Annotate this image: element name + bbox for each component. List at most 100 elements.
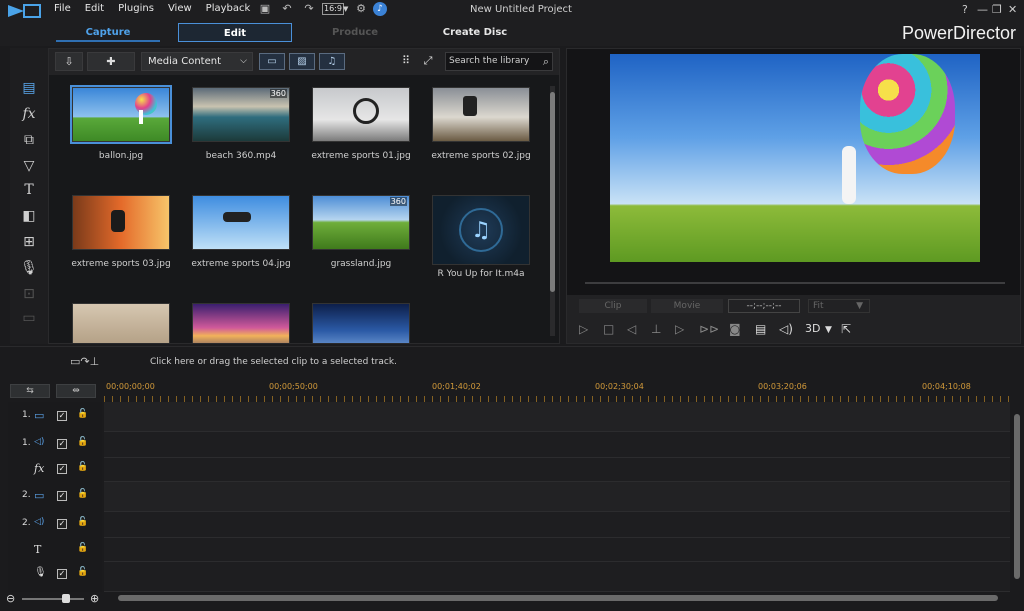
lock-icon[interactable]: 🔓 [77, 462, 88, 472]
fx-room-icon[interactable]: fx [19, 104, 39, 124]
stop-icon[interactable]: □ [603, 322, 614, 336]
scrollbar-thumb[interactable] [118, 595, 998, 601]
particle-room-icon[interactable]: ▽ [19, 156, 39, 176]
media-item[interactable]: extreme sports 04.jpg [181, 195, 301, 269]
track-enable-checkbox[interactable]: ✓ [57, 411, 67, 421]
media-item[interactable] [181, 303, 301, 343]
media-item[interactable]: ballon.jpg [61, 85, 181, 161]
menu-playback[interactable]: Playback [206, 3, 251, 14]
media-item[interactable]: 360 beach 360.mp4 [181, 87, 301, 161]
search-input[interactable]: Search the library ⌕ [445, 52, 553, 71]
movie-mode-button[interactable]: Movie [651, 299, 723, 313]
title-room-icon[interactable]: T [19, 180, 39, 200]
snapshot-camera-icon[interactable]: ◙ [729, 322, 741, 336]
media-thumbnail[interactable] [312, 303, 410, 343]
chevron-down-icon[interactable]: ▼ [825, 325, 832, 335]
timeline-horizontal-scrollbar[interactable] [104, 593, 1010, 603]
track-manager-icon[interactable]: ⇆ [10, 384, 50, 398]
track-enable-checkbox[interactable]: ✓ [57, 569, 67, 579]
track-lane[interactable] [104, 482, 1010, 512]
minimize-icon[interactable]: — [977, 3, 988, 16]
media-room-icon[interactable]: ▤ [19, 78, 39, 98]
save-icon[interactable]: ▣ [258, 2, 272, 16]
tab-produce[interactable]: Produce [300, 23, 410, 42]
track-lane[interactable] [104, 562, 1010, 592]
zoom-in-icon[interactable]: ⊕ [90, 592, 99, 605]
media-item[interactable]: extreme sports 02.jpg [421, 87, 541, 161]
track-lane[interactable] [104, 512, 1010, 538]
timeline-zoom-slider[interactable]: ⊖ ⊕ [6, 592, 102, 606]
tab-capture[interactable]: Capture [56, 23, 160, 42]
chapter-room-icon[interactable]: ⊡ [19, 284, 39, 304]
voice-over-icon[interactable]: 🎙 [19, 258, 39, 278]
search-icon[interactable]: ⌕ [543, 53, 549, 70]
chevron-down-icon[interactable]: ▼ [343, 5, 348, 13]
zoom-knob[interactable] [62, 594, 70, 603]
scrollbar-thumb[interactable] [1014, 414, 1020, 579]
media-item[interactable] [61, 303, 181, 343]
play-icon[interactable]: ▷ [579, 322, 588, 336]
filter-video-icon[interactable]: ▭ [259, 53, 285, 70]
track-enable-checkbox[interactable]: ✓ [57, 439, 67, 449]
media-thumbnail[interactable] [72, 303, 170, 343]
help-icon[interactable]: ? [962, 3, 968, 16]
media-thumbnail[interactable] [72, 195, 170, 250]
track-enable-checkbox[interactable]: ✓ [57, 464, 67, 474]
media-thumbnail[interactable] [192, 195, 290, 250]
track-enable-checkbox[interactable]: ✓ [57, 491, 67, 501]
track-lane[interactable] [104, 538, 1010, 562]
transition-room-icon[interactable]: ◧ [19, 206, 39, 226]
track-lane[interactable] [104, 402, 1010, 432]
media-thumbnail[interactable] [312, 87, 410, 142]
lock-icon[interactable]: 🔓 [77, 437, 88, 447]
track-enable-checkbox[interactable]: ✓ [57, 519, 67, 529]
lock-icon[interactable]: 🔓 [77, 543, 88, 553]
settings-gear-icon[interactable]: ⚙ [354, 2, 368, 16]
media-thumbnail[interactable]: ♫ [432, 195, 530, 265]
grid-view-icon[interactable]: ⠿ [397, 52, 415, 71]
zoom-fit-dropdown[interactable]: Fit ▼ [808, 299, 870, 313]
media-thumbnail[interactable] [192, 303, 290, 343]
restore-icon[interactable]: ❐ [992, 3, 1002, 16]
timeline-ruler[interactable]: 00;00;00;00 00;00;50;00 00;01;40;02 00;0… [104, 380, 1010, 402]
3d-mode-button[interactable]: 3D [805, 322, 820, 335]
media-item[interactable]: extreme sports 03.jpg [61, 195, 181, 269]
track-lane[interactable] [104, 432, 1010, 458]
aspect-ratio-button[interactable]: 16:9 [322, 3, 344, 15]
lock-icon[interactable]: 🔓 [77, 409, 88, 419]
preview-scrubber[interactable] [585, 282, 1005, 284]
tab-create-disc[interactable]: Create Disc [420, 23, 530, 42]
notification-bell-icon[interactable]: ♪ [373, 2, 387, 16]
audio-mixing-icon[interactable]: ⊞ [19, 232, 39, 252]
insert-to-track-icon[interactable]: ▭↷⊥ [70, 355, 99, 368]
volume-icon[interactable]: ◁) [779, 322, 793, 336]
plugins-puzzle-icon[interactable]: ✚ [87, 52, 135, 71]
timecode-display[interactable]: --;--;--;-- [728, 299, 800, 313]
track-lane[interactable] [104, 458, 1010, 482]
split-icon[interactable]: ⊥ [651, 322, 661, 336]
menu-edit[interactable]: Edit [85, 3, 104, 14]
subtitle-icon[interactable]: ▤ [755, 322, 766, 336]
subtitle-room-icon[interactable]: ▭ [19, 308, 39, 328]
close-icon[interactable]: ✕ [1008, 3, 1017, 16]
import-media-icon[interactable]: ⇩ [55, 52, 83, 71]
lock-icon[interactable]: 🔓 [77, 517, 88, 527]
clip-mode-button[interactable]: Clip [579, 299, 647, 313]
lock-icon[interactable]: 🔓 [77, 489, 88, 499]
undo-icon[interactable]: ↶ [280, 2, 294, 16]
lock-icon[interactable]: 🔓 [77, 567, 88, 577]
media-item[interactable]: extreme sports 01.jpg [301, 87, 421, 161]
media-item[interactable]: 360 grassland.jpg [301, 195, 421, 269]
media-thumbnail[interactable] [70, 85, 172, 144]
timeline-tracks[interactable] [104, 402, 1010, 592]
media-item[interactable] [301, 303, 421, 343]
media-item[interactable]: ♫ R You Up for It.m4a [421, 195, 541, 279]
fit-timeline-icon[interactable]: ⇹ [56, 384, 96, 398]
undock-preview-icon[interactable]: ⇱ [841, 322, 851, 336]
scrollbar-thumb[interactable] [550, 92, 555, 292]
next-frame-icon[interactable]: ▷ [675, 322, 684, 336]
filter-image-icon[interactable]: ▨ [289, 53, 315, 70]
filter-audio-icon[interactable]: ♫ [319, 53, 345, 70]
library-scrollbar[interactable] [550, 86, 555, 336]
redo-icon[interactable]: ↷ [302, 2, 316, 16]
